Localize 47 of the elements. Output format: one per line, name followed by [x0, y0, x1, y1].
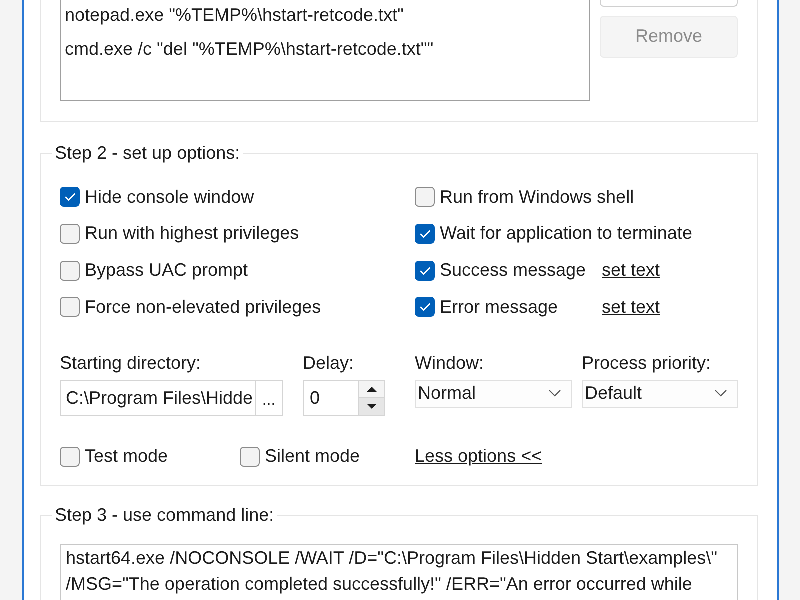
checkbox-label[interactable]: Success message — [440, 259, 602, 282]
group-title: Step 2 - set up options: — [54, 142, 242, 165]
delay-spinner[interactable]: 0 — [303, 380, 385, 416]
priority-dropdown[interactable]: Default — [582, 380, 738, 408]
field-label: Delay: — [303, 352, 356, 375]
checkbox-label[interactable]: Force non-elevated privileges — [85, 296, 322, 320]
checkbox-label[interactable]: Run with highest privileges — [85, 222, 300, 246]
checkbox-label[interactable]: Silent mode — [265, 445, 360, 469]
command-list[interactable]: notepad.exe "%TEMP%\hstart-retcode.txt" cmd.exe /c "del "%TEMP%\hstart-retcode.txt"" — [60, 0, 590, 101]
command-list-item[interactable]: cmd.exe /c "del "%TEMP%\hstart-retcode.txt"" — [65, 34, 585, 68]
spin-up-button[interactable] — [359, 380, 384, 398]
directory-field[interactable]: C:\Program Files\Hidde ... — [60, 380, 283, 416]
checkmark-icon — [420, 230, 430, 238]
field-label: Starting directory: — [60, 352, 202, 375]
checkbox[interactable] — [60, 447, 80, 468]
field-label: Window: — [415, 352, 486, 375]
command-line-field[interactable]: hstart64.exe /NOCONSOLE /WAIT /D="C:\Program Files\Hidden Start\examples\" /MSG="The operation completed successfully!" /ERR="An error occurred while — [60, 544, 738, 600]
less-options-link[interactable]: Less options << — [415, 446, 542, 466]
checkbox[interactable] — [415, 224, 435, 244]
set-text-link[interactable]: set text — [602, 296, 660, 320]
set-text-link[interactable]: set text — [602, 259, 660, 282]
caret-down-icon — [366, 404, 376, 409]
spin-down-button[interactable] — [359, 397, 384, 415]
field-label: Process priority: — [582, 352, 712, 375]
checkbox[interactable] — [60, 297, 80, 318]
checkmark-icon — [420, 303, 430, 312]
checkbox[interactable] — [240, 447, 260, 468]
group-title: Step 3 - use command line: — [54, 504, 276, 528]
checkmark-icon — [64, 193, 76, 202]
checkbox-label[interactable]: Hide console window — [85, 186, 254, 210]
checkbox[interactable] — [60, 224, 80, 244]
checkbox[interactable] — [415, 297, 435, 318]
checkbox[interactable] — [415, 187, 435, 208]
checkbox[interactable] — [60, 260, 80, 281]
checkbox[interactable] — [415, 260, 435, 281]
checkbox-label[interactable]: Test mode — [85, 445, 168, 469]
caret-up-icon — [366, 386, 376, 392]
chevron-down-icon — [549, 390, 561, 398]
window-dropdown[interactable]: Normal — [415, 380, 572, 408]
checkmark-icon — [420, 266, 430, 275]
checkbox[interactable] — [60, 187, 80, 208]
checkbox-label[interactable]: Run from Windows shell — [440, 186, 634, 210]
checkbox-label[interactable]: Wait for application to terminate — [440, 222, 692, 246]
command-list-item[interactable]: notepad.exe "%TEMP%\hstart-retcode.txt" — [65, 0, 585, 34]
chevron-down-icon — [715, 390, 727, 398]
checkbox-label[interactable]: Bypass UAC prompt — [85, 259, 248, 282]
checkbox-label[interactable]: Error message — [440, 296, 602, 320]
